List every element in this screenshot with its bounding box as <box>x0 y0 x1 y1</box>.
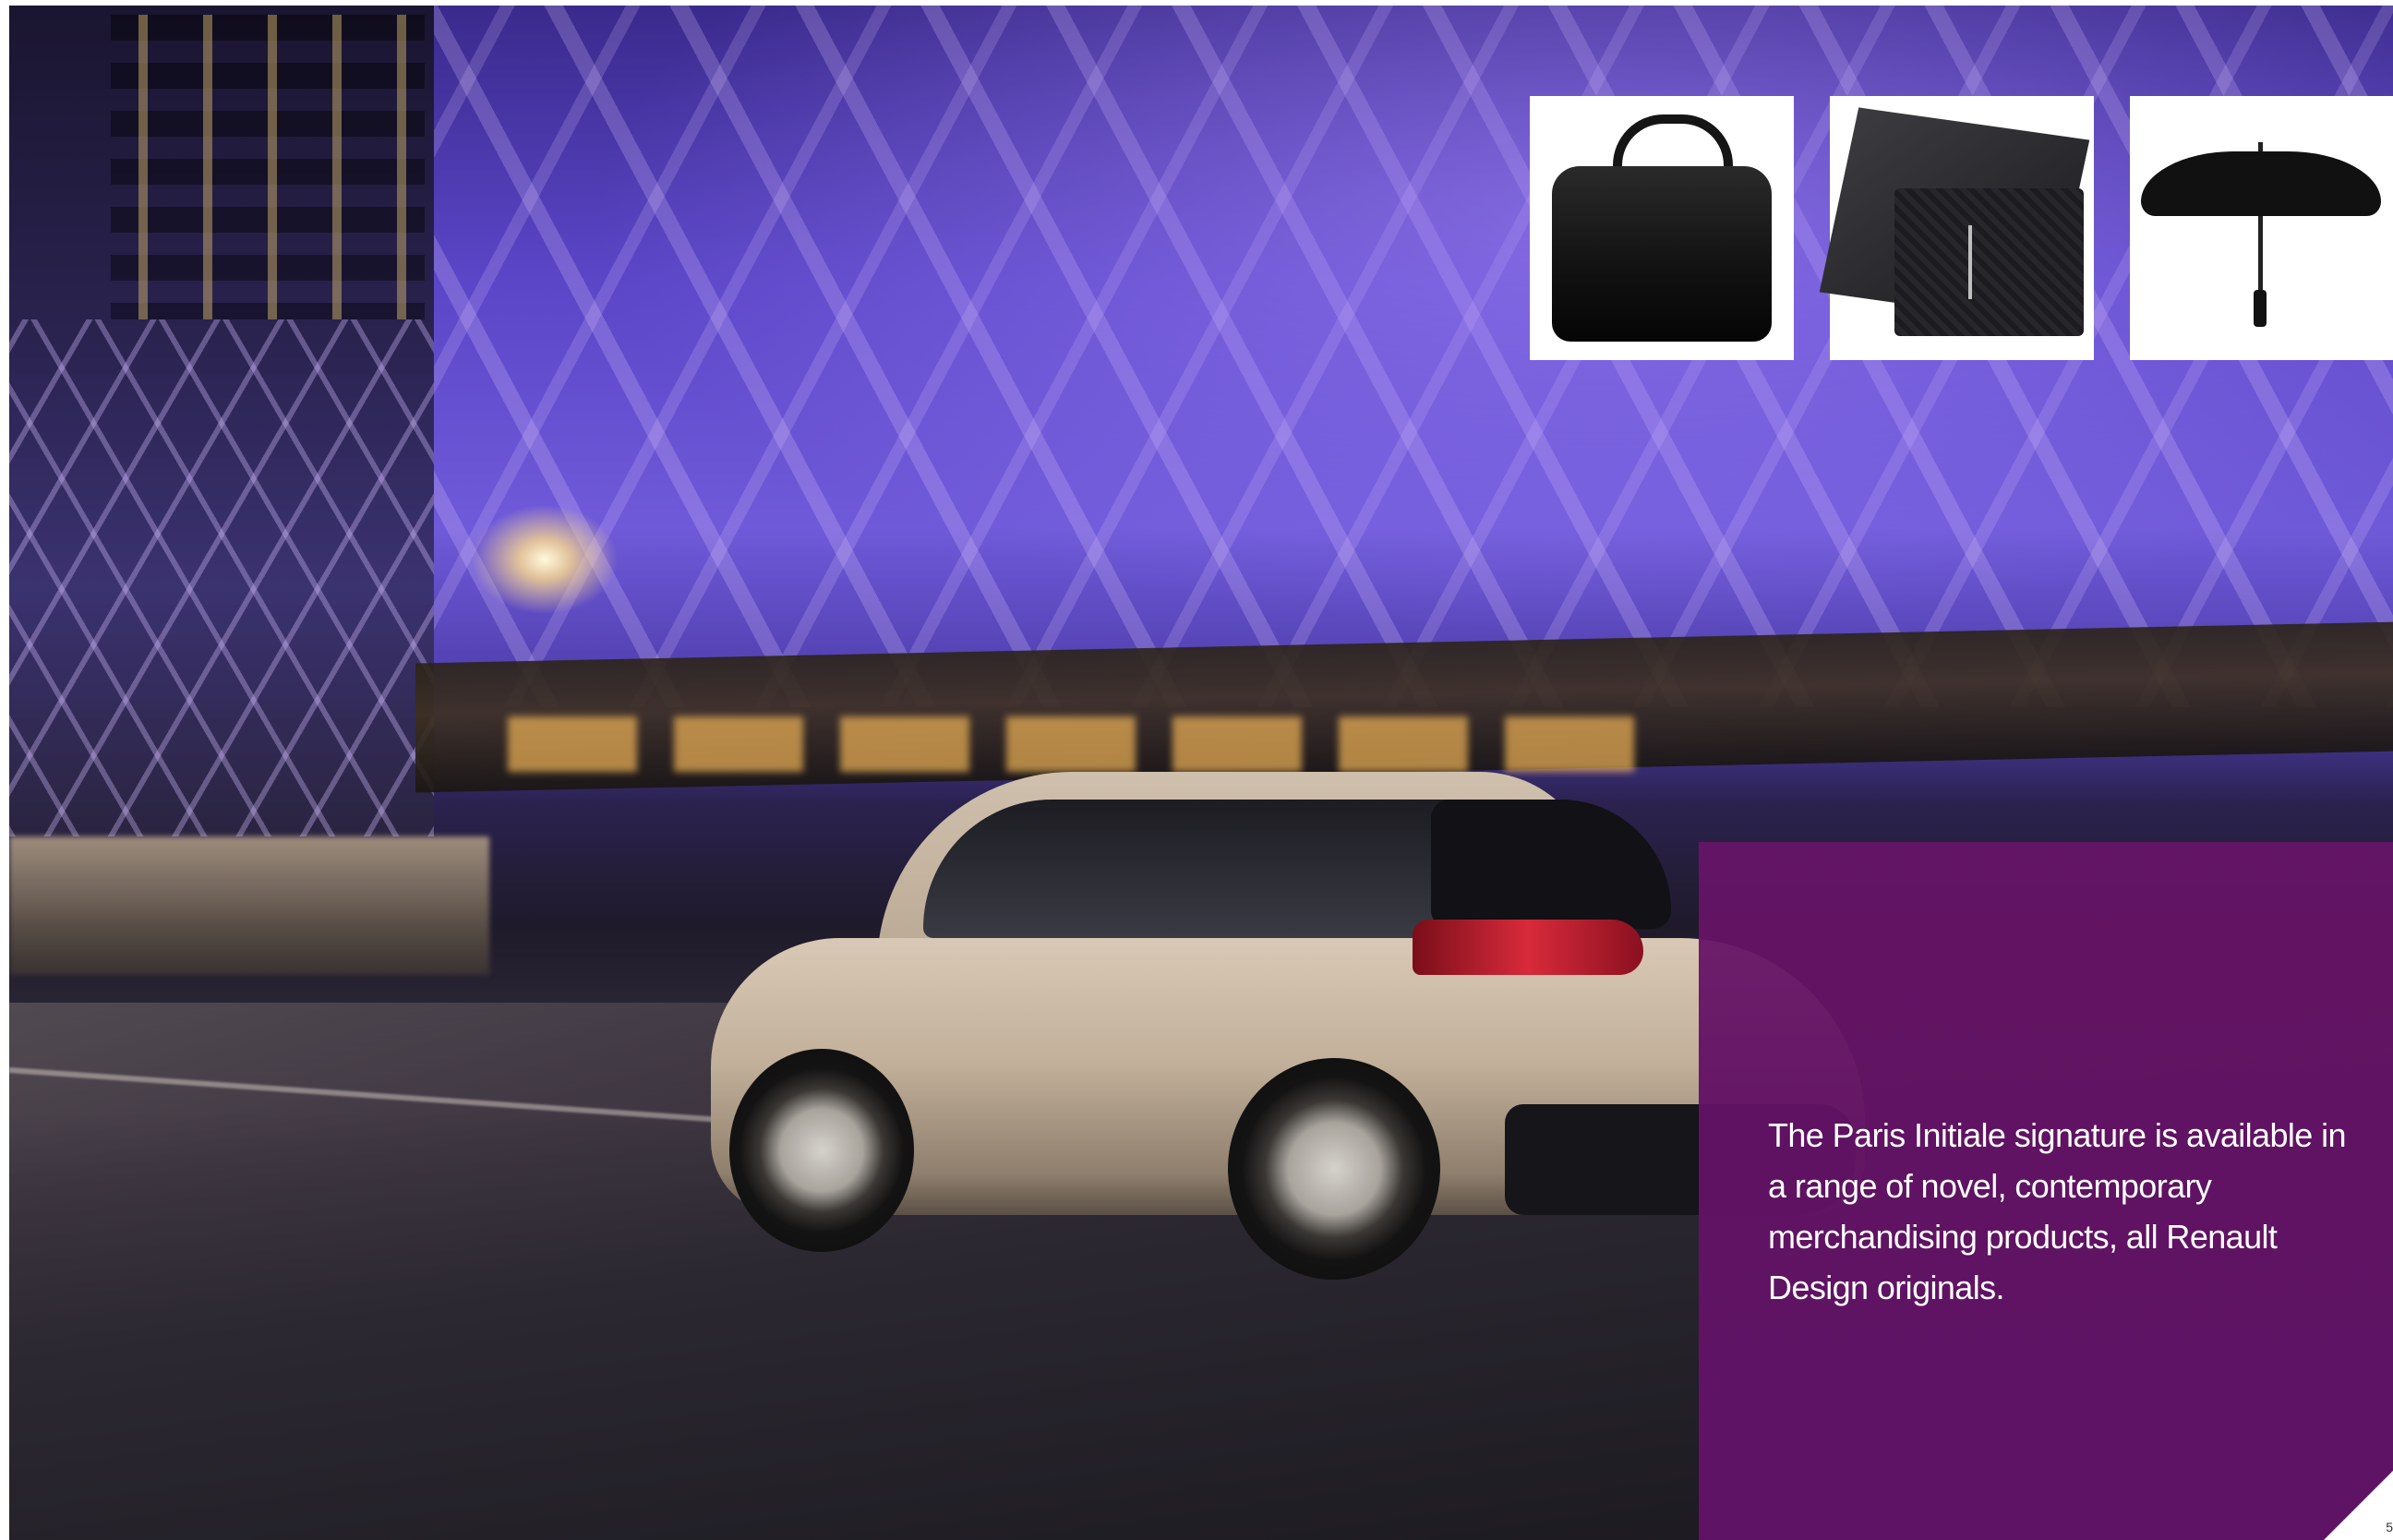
street-light-glow <box>471 504 619 615</box>
tower-windows <box>111 15 425 319</box>
panel-description: The Paris Initiale signature is availabl… <box>1768 1116 2347 1306</box>
wallet-zip <box>1968 225 1972 299</box>
wallet-icon <box>1894 188 2084 336</box>
umbrella-icon <box>2141 151 2381 216</box>
shop-lights <box>9 836 489 975</box>
page-number: 5 <box>2386 1520 2393 1534</box>
product-bag <box>1530 96 1794 360</box>
brochure-page: The Paris Initiale signature is availabl… <box>0 0 2393 1540</box>
corner-fold <box>2324 1471 2393 1540</box>
text-panel: The Paris Initiale signature is availabl… <box>1699 842 2393 1540</box>
bag-icon <box>1552 166 1772 342</box>
product-wallet <box>1819 96 2094 360</box>
umbrella-handle <box>2254 290 2267 327</box>
car-tail-light <box>1413 920 1643 975</box>
illuminated-facade <box>415 6 2393 707</box>
car-rear-window <box>1431 800 1671 929</box>
car-rear-wheel <box>1228 1058 1440 1280</box>
product-umbrella <box>2130 96 2393 360</box>
car-front-wheel <box>729 1049 914 1252</box>
